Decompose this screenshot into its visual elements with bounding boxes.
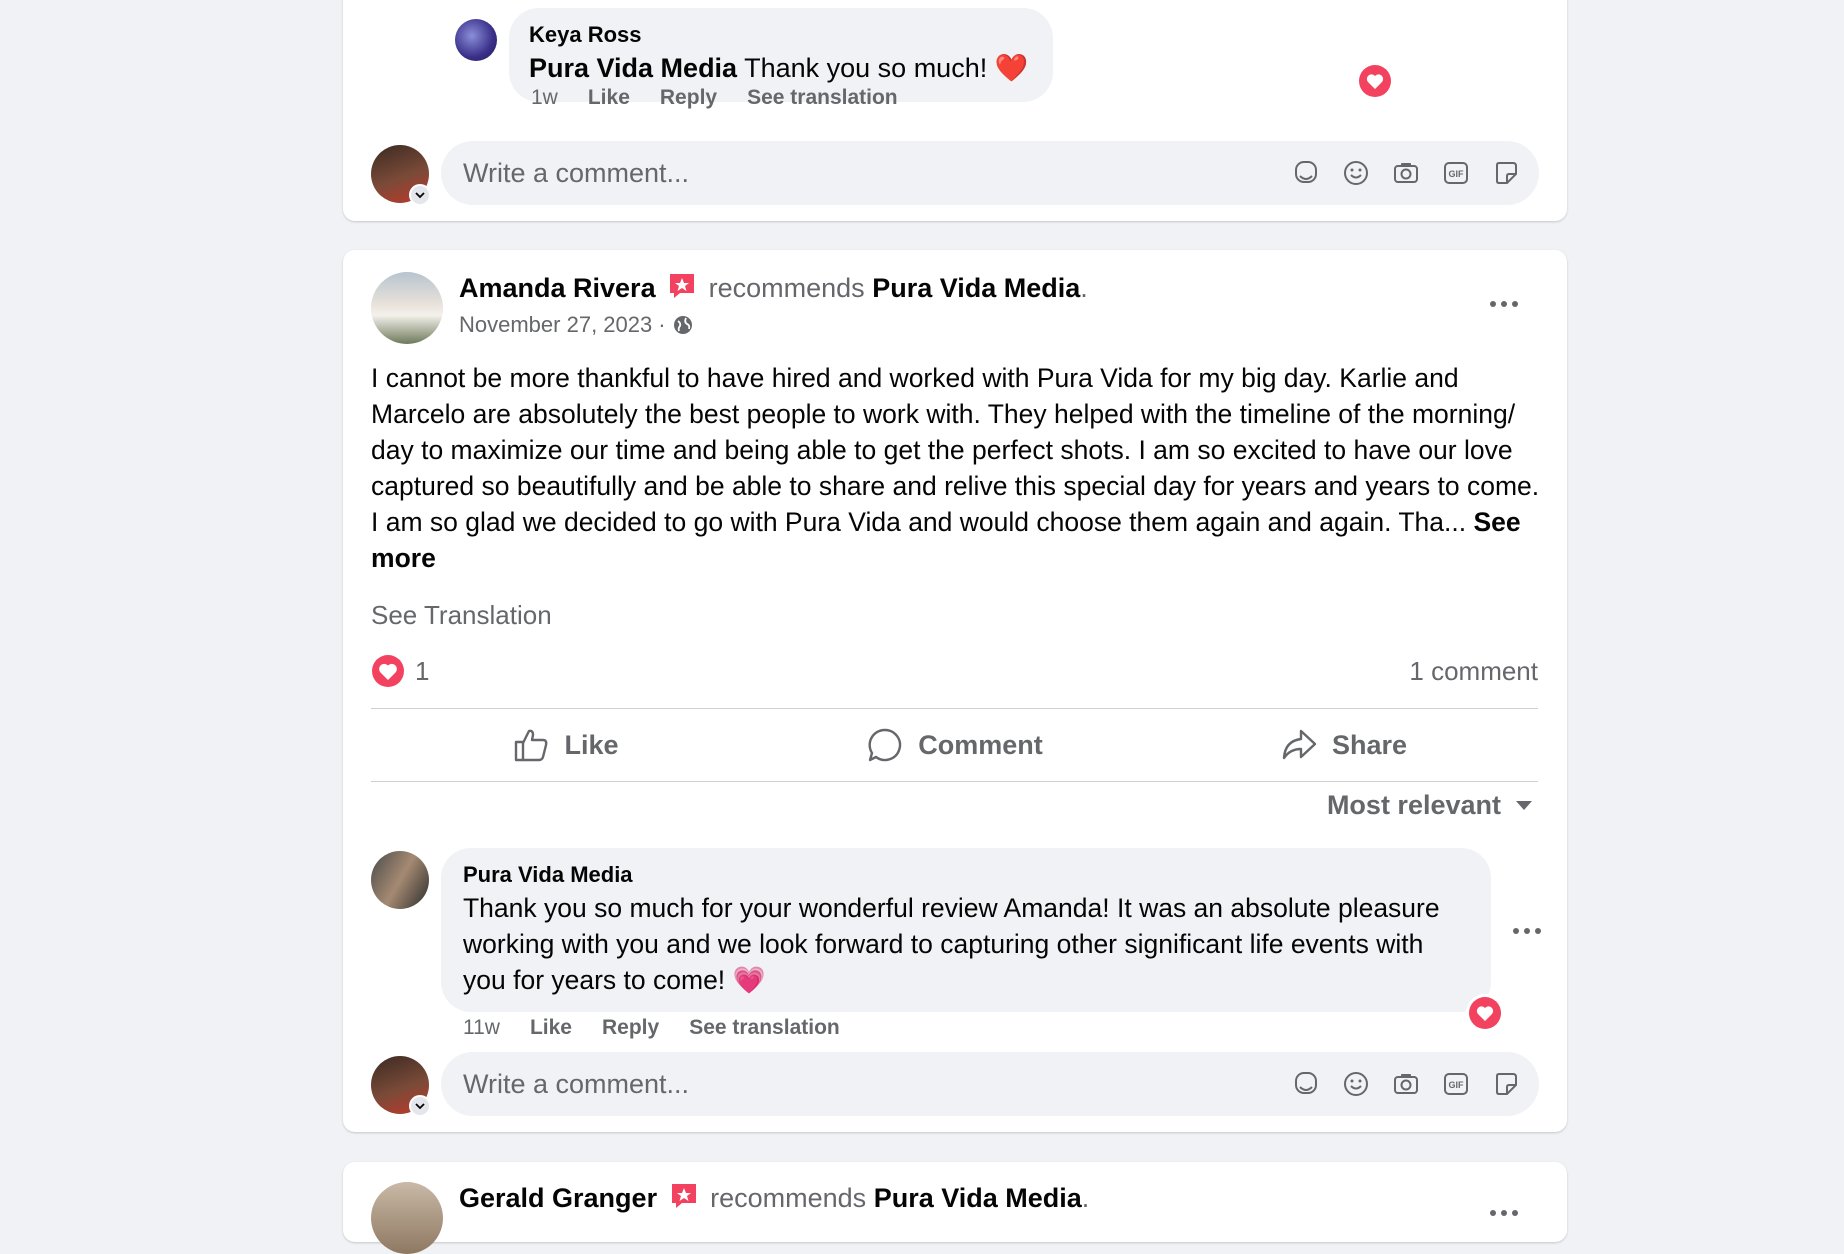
- heart-reaction-icon: [1469, 997, 1501, 1029]
- period: .: [1081, 1183, 1090, 1213]
- comment-button-label: Comment: [918, 729, 1043, 760]
- recommend-badge-icon: [667, 272, 697, 300]
- recommend-badge-icon: [669, 1182, 699, 1210]
- camera-icon[interactable]: [1391, 158, 1421, 188]
- like-button[interactable]: Like: [371, 712, 760, 778]
- globe-icon: [672, 314, 694, 336]
- comment-button[interactable]: Comment: [760, 712, 1149, 778]
- like-button-label: Like: [564, 729, 619, 760]
- reply-meta: 11w Like Reply See translation: [463, 1016, 840, 1040]
- comment-count[interactable]: 1 comment: [1409, 656, 1538, 687]
- post-text: I cannot be more thankful to have hired …: [371, 363, 1540, 537]
- avatar-sticker-icon[interactable]: [1291, 158, 1321, 188]
- share-button-label: Share: [1331, 729, 1408, 760]
- next-post-author-avatar[interactable]: [371, 1182, 443, 1254]
- thumbs-up-icon: [515, 729, 548, 762]
- heart-emoji: ❤️: [994, 53, 1029, 83]
- next-post-header-line: Gerald Granger recommends Pura Vida Medi…: [459, 1182, 1089, 1214]
- reply-see-translation[interactable]: See translation: [689, 1016, 840, 1040]
- review-post-card: Amanda Rivera recommends Pura Vida Media…: [343, 250, 1567, 1132]
- post-actions: Like Comment Share: [371, 712, 1538, 778]
- gif-icon[interactable]: GIF: [1441, 158, 1471, 188]
- heart-reaction-icon: [1359, 65, 1391, 97]
- emoji-icon[interactable]: [1341, 158, 1371, 188]
- post-author-name[interactable]: Amanda Rivera: [459, 273, 656, 303]
- reply-reaction-badge[interactable]: [1466, 994, 1504, 1032]
- comment-composer[interactable]: Write a comment... GIF: [441, 1052, 1539, 1116]
- next-post-author-name[interactable]: Gerald Granger: [459, 1183, 657, 1213]
- period: .: [1080, 273, 1088, 303]
- comment-text: Thank you so much!: [744, 53, 988, 83]
- account-switch-icon[interactable]: [409, 1095, 431, 1117]
- recommended-page-link[interactable]: Pura Vida Media: [874, 1183, 1082, 1213]
- reply-time[interactable]: 11w: [463, 1016, 500, 1040]
- comment-author[interactable]: Keya Ross: [529, 22, 1033, 48]
- post-options-button[interactable]: [1490, 301, 1518, 307]
- comment-composer[interactable]: Write a comment... GIF: [441, 141, 1539, 205]
- post-header-line: Amanda Rivera recommends Pura Vida Media…: [459, 272, 1088, 304]
- reply-options-button[interactable]: [1513, 928, 1541, 934]
- love-reaction-icon: [372, 655, 404, 687]
- reply-bubble: Pura Vida Media Thank you so much for yo…: [441, 848, 1491, 1012]
- mention-link[interactable]: Pura Vida Media: [529, 53, 737, 83]
- next-post-card: Gerald Granger recommends Pura Vida Medi…: [343, 1162, 1567, 1254]
- sticker-icon[interactable]: [1491, 1069, 1521, 1099]
- post-meta: November 27, 2023 ·: [459, 312, 694, 338]
- recommends-text: recommends: [710, 1183, 867, 1213]
- comment-reply-button[interactable]: Reply: [660, 86, 717, 110]
- share-arrow-icon: [1282, 729, 1317, 760]
- comment-input[interactable]: Write a comment...: [463, 158, 1291, 189]
- avatar-sticker-icon[interactable]: [1291, 1069, 1321, 1099]
- camera-icon[interactable]: [1391, 1069, 1421, 1099]
- reaction-summary[interactable]: 1: [371, 654, 429, 688]
- reply-reply-button[interactable]: Reply: [602, 1016, 659, 1040]
- comment-sort-dropdown[interactable]: Most relevant: [1327, 790, 1533, 821]
- reaction-count[interactable]: 1: [415, 656, 429, 687]
- svg-text:GIF: GIF: [1449, 169, 1465, 179]
- recommended-page-link[interactable]: Pura Vida Media: [872, 273, 1080, 303]
- comment-see-translation[interactable]: See translation: [747, 86, 898, 110]
- speech-bubble-icon: [868, 728, 902, 762]
- post-author-avatar[interactable]: [371, 272, 443, 344]
- sort-label: Most relevant: [1326, 790, 1501, 820]
- divider-bottom: [371, 781, 1538, 782]
- reply-author-avatar[interactable]: [371, 851, 429, 909]
- reply-like-button[interactable]: Like: [530, 1016, 572, 1040]
- comment-like-button[interactable]: Like: [588, 86, 630, 110]
- caret-down-icon: [1516, 800, 1532, 810]
- post-date[interactable]: November 27, 2023: [459, 312, 652, 338]
- share-button[interactable]: Share: [1149, 712, 1538, 778]
- sticker-icon[interactable]: [1491, 158, 1521, 188]
- post-body: I cannot be more thankful to have hired …: [371, 360, 1541, 576]
- account-switch-icon[interactable]: [409, 184, 431, 206]
- sparkling-heart-emoji: 💗: [732, 965, 766, 995]
- comment-input[interactable]: Write a comment...: [463, 1069, 1291, 1100]
- divider-top: [371, 708, 1538, 709]
- top-post-card: Keya Ross Pura Vida Media Thank you so m…: [343, 0, 1567, 221]
- next-post-options-button[interactable]: [1490, 1210, 1518, 1216]
- comment-time[interactable]: 1w: [531, 86, 558, 110]
- emoji-icon[interactable]: [1341, 1069, 1371, 1099]
- commenter-avatar[interactable]: [455, 19, 497, 61]
- reply-text: Thank you so much for your wonderful rev…: [463, 893, 1440, 995]
- comment-reaction-badge[interactable]: [1356, 62, 1394, 100]
- recommends-text: recommends: [708, 273, 865, 303]
- reply-author[interactable]: Pura Vida Media: [463, 862, 1469, 888]
- meta-separator: ·: [658, 312, 666, 337]
- see-translation-link[interactable]: See Translation: [371, 600, 552, 631]
- comment-meta: 1w Like Reply See translation: [531, 86, 898, 110]
- gif-icon[interactable]: GIF: [1441, 1069, 1471, 1099]
- svg-text:GIF: GIF: [1449, 1080, 1465, 1090]
